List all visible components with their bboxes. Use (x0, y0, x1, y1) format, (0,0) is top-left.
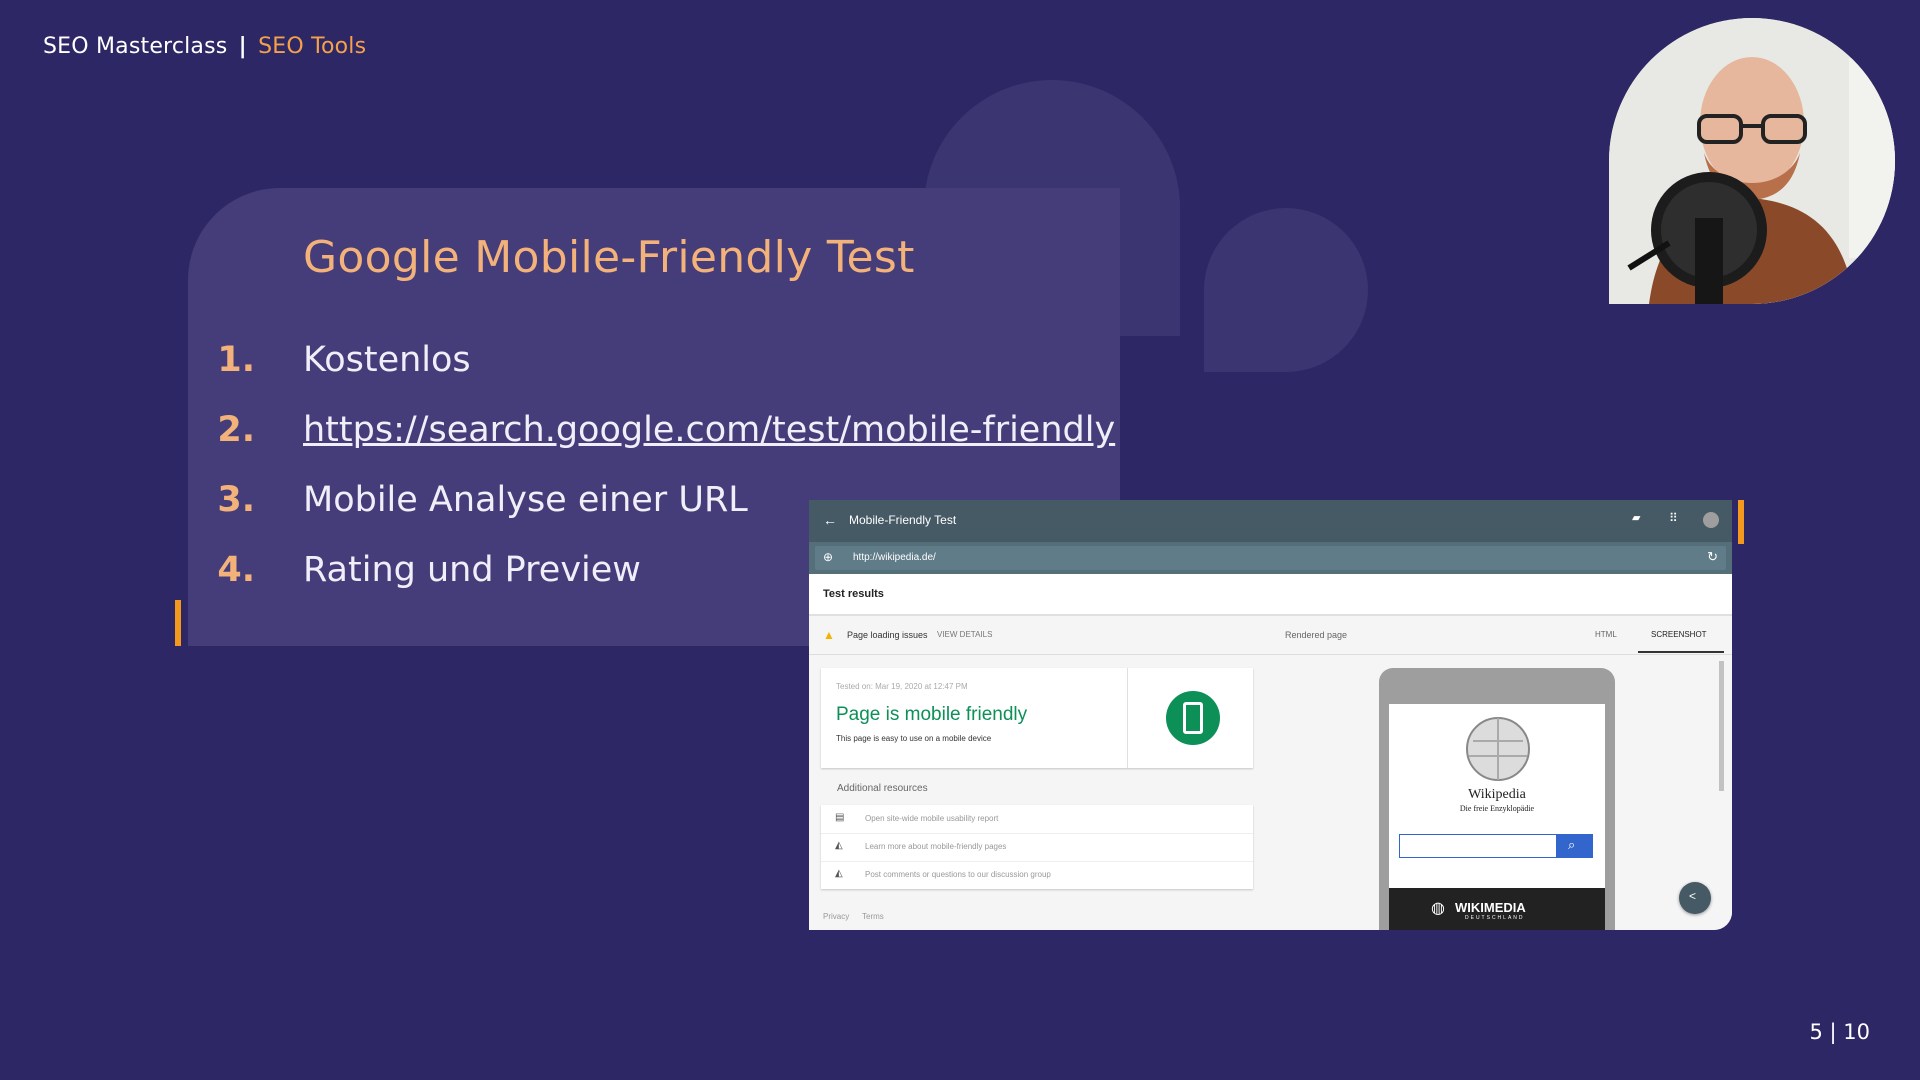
result-subtitle: This page is easy to use on a mobile dev… (836, 734, 992, 743)
list-number: 1. (217, 340, 255, 380)
phone-screen: Wikipedia Die freie Enzyklopädie ⌕ ◍ WIK… (1389, 704, 1605, 930)
rendered-page-label: Rendered page (1285, 630, 1348, 640)
share-icon: < (1689, 889, 1697, 903)
slide-title: Google Mobile-Friendly Test (303, 232, 915, 283)
url-bar: ⊕ http://wikipedia.de/ ↻ (809, 542, 1732, 574)
tab-screenshot[interactable]: SCREENSHOT (1651, 630, 1707, 639)
account-avatar-icon[interactable] (1703, 512, 1719, 528)
list-number: 3. (217, 480, 255, 520)
report-icon: ▤ (835, 812, 845, 823)
wikipedia-globe-icon (1466, 717, 1530, 781)
resource-item[interactable]: ◭ Post comments or questions to our disc… (821, 861, 1253, 889)
resource-label: Learn more about mobile-friendly pages (865, 842, 1007, 851)
resource-label: Open site-wide mobile usability report (865, 814, 999, 823)
results-tabs: ▲ Page loading issues VIEW DETAILS Rende… (809, 616, 1732, 655)
wikimedia-sublabel: DEUTSCHLAND (1465, 915, 1525, 921)
course-name: SEO Masterclass (43, 34, 228, 59)
phone-preview: Wikipedia Die freie Enzyklopädie ⌕ ◍ WIK… (1379, 668, 1615, 930)
phone-icon (1166, 691, 1220, 745)
resource-item[interactable]: ▤ Open site-wide mobile usability report (821, 805, 1253, 834)
globe-icon: ⊕ (823, 550, 834, 564)
result-title: Page is mobile friendly (836, 704, 1028, 725)
topic-name: SEO Tools (258, 34, 367, 59)
results-content: Tested on: Mar 19, 2020 at 12:47 PM Page… (809, 655, 1732, 930)
page-number: 5 | 10 (1809, 1020, 1870, 1044)
list-text: Mobile Analyse einer URL (303, 480, 748, 520)
school-icon: ◭ (835, 840, 843, 851)
active-tab-indicator (1638, 651, 1724, 653)
wikipedia-search-input[interactable] (1399, 834, 1557, 858)
apps-grid-icon[interactable]: ⠿ (1669, 511, 1678, 525)
wikipedia-search-button[interactable]: ⌕ (1557, 834, 1593, 858)
wikimedia-label: WIKIMEDIA (1455, 900, 1526, 915)
result-card: Tested on: Mar 19, 2020 at 12:47 PM Page… (821, 668, 1253, 768)
resources-list: ▤ Open site-wide mobile usability report… (821, 805, 1253, 889)
school-icon: ◭ (835, 868, 843, 879)
app-bar: ← Mobile-Friendly Test ▰ ⠿ (809, 500, 1732, 542)
list-number: 4. (217, 550, 255, 590)
test-results-label: Test results (823, 588, 884, 600)
url-input[interactable]: ⊕ http://wikipedia.de/ ↻ (815, 546, 1726, 570)
privacy-link[interactable]: Privacy (823, 912, 849, 921)
feedback-icon[interactable]: ▰ (1632, 511, 1640, 524)
test-results-bar: Test results (809, 574, 1732, 616)
wikipedia-tagline: Die freie Enzyklopädie (1459, 804, 1535, 813)
list-number: 2. (217, 410, 255, 450)
accent-bar-left (175, 600, 181, 646)
tested-on-text: Tested on: Mar 19, 2020 at 12:47 PM (836, 682, 968, 691)
slide-header: SEO Masterclass | SEO Tools (43, 34, 366, 59)
list-text: Kostenlos (303, 340, 471, 380)
url-value: http://wikipedia.de/ (853, 552, 936, 563)
resource-item[interactable]: ◭ Learn more about mobile-friendly pages (821, 833, 1253, 862)
search-icon: ⌕ (1568, 837, 1576, 852)
card-divider (1127, 668, 1128, 768)
app-title: Mobile-Friendly Test (849, 513, 957, 527)
tab-html[interactable]: HTML (1595, 630, 1617, 639)
decorative-shape-small (1204, 208, 1368, 372)
accent-bar-right (1738, 500, 1744, 544)
scrollbar[interactable] (1719, 661, 1724, 791)
resource-label: Post comments or questions to our discus… (865, 870, 1051, 879)
loading-issues-label: Page loading issues (847, 630, 928, 640)
additional-resources-label: Additional resources (837, 783, 928, 794)
list-text: Rating und Preview (303, 550, 641, 590)
terms-link[interactable]: Terms (862, 912, 884, 921)
header-separator: | (238, 34, 247, 59)
warning-icon: ▲ (823, 628, 835, 642)
reload-icon[interactable]: ↻ (1707, 549, 1718, 565)
wikipedia-name: Wikipedia (1468, 787, 1526, 802)
view-details-link[interactable]: VIEW DETAILS (937, 630, 992, 639)
share-button[interactable]: < (1679, 882, 1711, 914)
presenter-avatar (1609, 18, 1895, 304)
mobile-friendly-url-link[interactable]: https://search.google.com/test/mobile-fr… (303, 410, 1115, 450)
wikimedia-logo-icon: ◍ (1431, 900, 1445, 917)
wikimedia-footer: ◍ WIKIMEDIA DEUTSCHLAND (1389, 888, 1605, 930)
mobile-friendly-test-screenshot: ← Mobile-Friendly Test ▰ ⠿ ⊕ http://wiki… (809, 500, 1732, 930)
presenter-video (1609, 18, 1895, 304)
back-arrow-icon[interactable]: ← (823, 512, 837, 528)
